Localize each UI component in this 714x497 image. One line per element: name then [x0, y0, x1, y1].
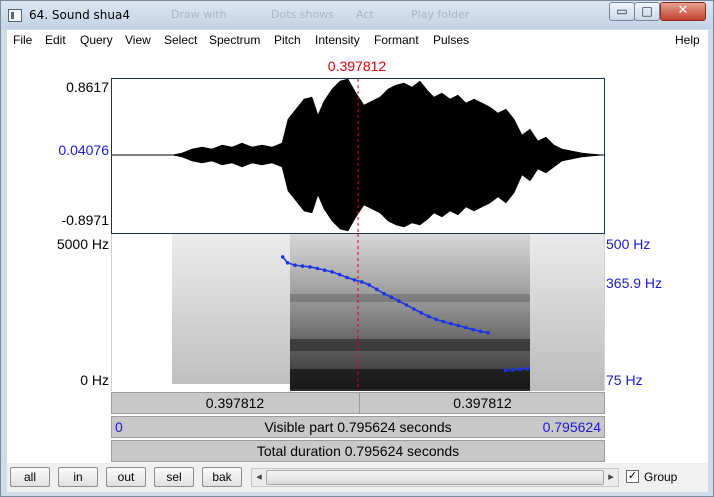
- title-bar[interactable]: 64. Sound shua4 Draw with Dots shows Act…: [1, 1, 713, 29]
- pitch-point: [315, 266, 320, 271]
- pitch-point: [389, 295, 394, 299]
- waveform-max-label: 0.8617: [66, 79, 109, 95]
- pitch-point: [478, 329, 483, 334]
- pitch-point: [412, 307, 416, 311]
- pitch-point: [293, 263, 297, 267]
- pitch-point: [434, 317, 438, 322]
- window-title: 64. Sound shua4: [29, 8, 130, 22]
- pitch-point: [382, 291, 386, 296]
- sound-editor-window: 64. Sound shua4 Draw with Dots shows Act…: [0, 0, 714, 497]
- pitch-point: [510, 368, 515, 372]
- pitch-point: [285, 261, 290, 265]
- zoom-all-button[interactable]: all: [10, 467, 50, 487]
- pitch-point: [449, 321, 453, 326]
- pitch-point: [337, 272, 342, 277]
- pitch-mid-label: 365.9 Hz: [606, 275, 663, 291]
- pitch-point: [463, 325, 468, 330]
- visible-part-bar[interactable]: 0 Visible part 0.795624 seconds 0.795624: [111, 416, 605, 438]
- total-duration-bar[interactable]: Total duration 0.795624 seconds: [111, 440, 605, 462]
- menu-view[interactable]: View: [125, 33, 151, 47]
- menu-pitch[interactable]: Pitch: [274, 33, 301, 47]
- pitch-point: [352, 278, 357, 282]
- spectrogram-image: [172, 234, 604, 391]
- scroll-right-icon[interactable]: ▸: [605, 470, 617, 483]
- right-segment-duration[interactable]: 0.397812: [359, 393, 605, 413]
- pitch-point: [404, 303, 409, 307]
- scroll-left-icon[interactable]: ◂: [253, 470, 265, 483]
- pitch-point: [456, 323, 461, 328]
- waveform-min-label: -0.8971: [61, 212, 109, 228]
- background-menu-item: Act: [356, 8, 374, 21]
- left-segment-duration[interactable]: 0.397812: [112, 393, 358, 413]
- menu-select[interactable]: Select: [164, 33, 197, 47]
- menu-edit[interactable]: Edit: [45, 33, 66, 47]
- pitch-point: [518, 367, 522, 372]
- time-scrollbar[interactable]: ◂ ▸: [251, 468, 619, 487]
- zoom-in-button[interactable]: in: [58, 467, 98, 487]
- pitch-point: [360, 280, 364, 284]
- pitch-point: [322, 268, 327, 272]
- zoom-back-button[interactable]: bak: [202, 467, 242, 487]
- minimize-icon: ▭: [616, 4, 628, 18]
- pitch-point: [300, 264, 305, 268]
- pitch-point: [503, 368, 508, 373]
- menu-file[interactable]: File: [13, 33, 32, 47]
- spectrogram-freq-bottom-label: 0 Hz: [80, 372, 109, 388]
- cursor-time-label: 0.397812: [327, 58, 387, 74]
- pitch-top-label: 500 Hz: [606, 236, 651, 252]
- pitch-point: [280, 255, 285, 259]
- pitch-bottom-label: 75 Hz: [606, 372, 643, 388]
- waveform-panel[interactable]: [111, 78, 605, 234]
- pitch-point: [426, 314, 431, 319]
- pitch-point: [441, 319, 446, 324]
- background-menu-item: Draw with: [171, 8, 227, 21]
- praat-sound-icon: [8, 9, 22, 22]
- pitch-point: [345, 275, 349, 280]
- pitch-point: [486, 331, 490, 335]
- group-checkbox-label: Group: [644, 470, 678, 484]
- waveform-mid-label: 0.04076: [58, 142, 109, 158]
- menu-formant[interactable]: Formant: [374, 33, 419, 47]
- menu-query[interactable]: Query: [80, 33, 113, 47]
- menu-spectrum[interactable]: Spectrum: [209, 33, 260, 47]
- pitch-point: [397, 299, 401, 303]
- scrollbar-thumb[interactable]: [266, 470, 604, 485]
- background-menu-item: Dots shows: [271, 8, 334, 21]
- total-duration-label: Total duration 0.795624 seconds: [256, 443, 460, 459]
- group-checkbox[interactable]: ✓: [626, 470, 639, 483]
- pitch-point: [419, 311, 424, 315]
- pitch-point: [330, 270, 334, 274]
- pitch-point: [471, 327, 475, 332]
- pitch-point: [525, 366, 530, 371]
- zoom-selection-button[interactable]: sel: [154, 467, 194, 487]
- maximize-button[interactable]: □: [634, 2, 660, 21]
- check-icon: ✓: [627, 470, 638, 482]
- visible-part-label: Visible part 0.795624 seconds: [264, 419, 452, 435]
- spectrogram-panel[interactable]: [111, 234, 605, 391]
- menu-pulses[interactable]: Pulses: [433, 33, 469, 47]
- zoom-out-button[interactable]: out: [106, 467, 146, 487]
- close-icon: ✕: [677, 3, 689, 18]
- menu-help[interactable]: Help: [675, 33, 700, 47]
- pitch-point: [367, 283, 371, 287]
- pitch-point: [374, 287, 379, 292]
- background-menu-item: Play folder: [411, 8, 470, 21]
- maximize-icon: □: [641, 4, 653, 18]
- visible-end-time: 0.795624: [542, 419, 601, 435]
- menu-bar: File Edit Query View Select Spectrum Pit…: [7, 30, 708, 50]
- selection-bar[interactable]: 0.397812 0.397812: [111, 392, 605, 414]
- spectrogram-freq-top-label: 5000 Hz: [56, 236, 109, 252]
- pitch-point: [308, 265, 312, 269]
- menu-intensity[interactable]: Intensity: [315, 33, 360, 47]
- minimize-button[interactable]: ▭: [609, 2, 635, 21]
- close-button[interactable]: ✕: [660, 2, 706, 21]
